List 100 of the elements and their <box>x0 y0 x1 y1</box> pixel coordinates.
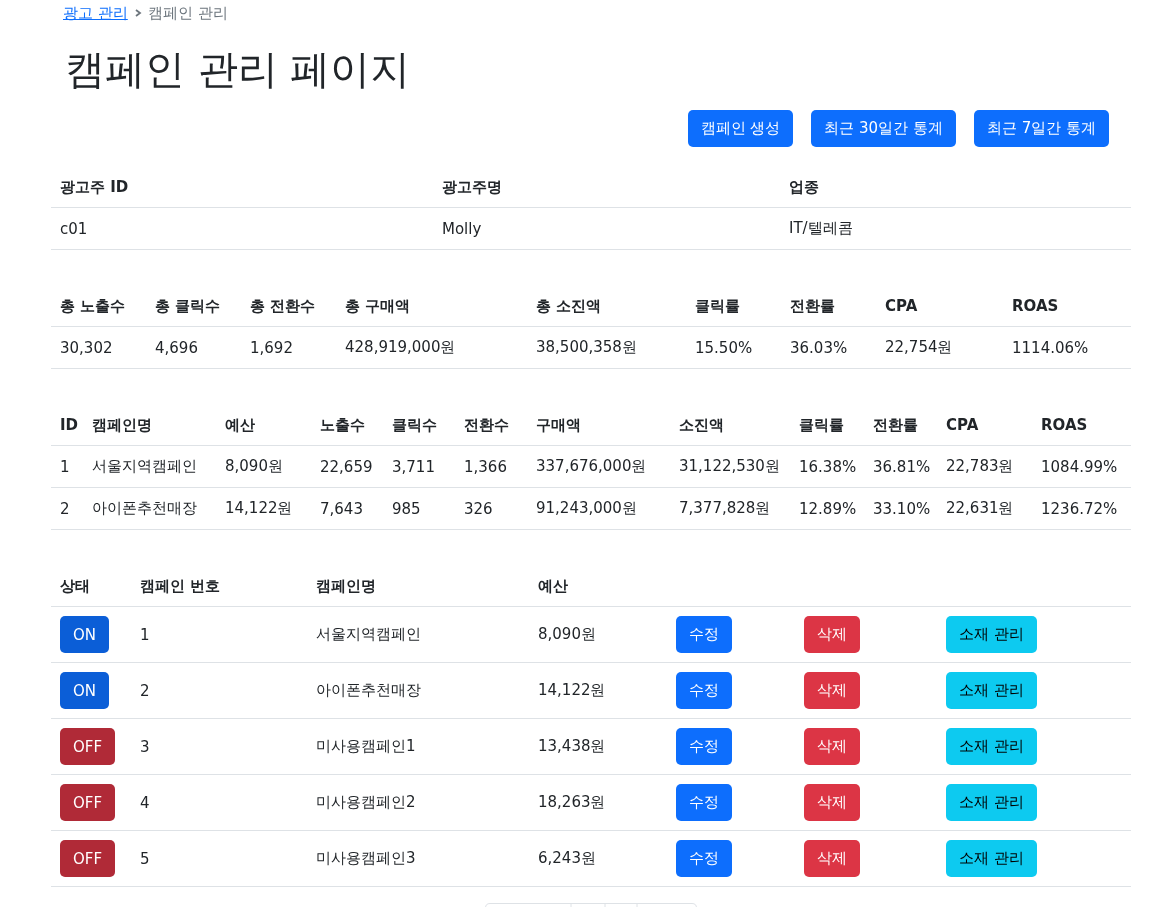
table-cell: 985 <box>392 499 421 518</box>
table-cell: 22,783원 <box>946 457 1014 475</box>
table-cell: 미사용캠페인3 <box>316 849 416 867</box>
table-cell: 7,643 <box>320 499 363 518</box>
table-cell: 1,366 <box>464 457 507 476</box>
table-cell: 428,919,000원 <box>345 338 456 356</box>
table-cell: 2 <box>60 499 70 518</box>
column-header: 구매액 <box>536 415 581 434</box>
table-cell: 18,263원 <box>538 793 606 811</box>
table-cell: 1 <box>140 625 150 644</box>
table-cell: 미사용캠페인1 <box>316 737 416 755</box>
status-toggle[interactable]: OFF <box>60 728 116 765</box>
column-header: ID <box>60 416 79 434</box>
assets-button[interactable]: 소재 관리 <box>946 672 1037 709</box>
column-header: 예산 <box>225 415 255 434</box>
column-header: 예산 <box>538 576 568 595</box>
table-cell: 91,243,000원 <box>536 499 637 517</box>
column-header: 총 클릭수 <box>155 296 221 315</box>
assets-button[interactable]: 소재 관리 <box>946 728 1037 765</box>
table-cell: 22,659 <box>320 457 373 476</box>
column-header: ROAS <box>1012 297 1059 315</box>
chevron-icon <box>133 9 142 17</box>
edit-button[interactable]: 수정 <box>676 672 732 709</box>
assets-button[interactable]: 소재 관리 <box>946 840 1037 877</box>
delete-button[interactable]: 삭제 <box>804 784 860 821</box>
table-cell: 1084.99% <box>1041 457 1118 476</box>
table-cell: 8,090원 <box>225 457 283 475</box>
table-cell: c01 <box>60 219 88 238</box>
table-cell: 3 <box>140 737 150 756</box>
assets-button[interactable]: 소재 관리 <box>946 616 1037 653</box>
column-header: 캠페인명 <box>92 415 152 434</box>
assets-button[interactable]: 소재 관리 <box>946 784 1037 821</box>
status-toggle[interactable]: ON <box>60 616 110 653</box>
delete-button[interactable]: 삭제 <box>804 616 860 653</box>
edit-button[interactable]: 수정 <box>676 728 732 765</box>
column-header: 전환수 <box>464 415 509 434</box>
delete-button[interactable]: 삭제 <box>804 728 860 765</box>
column-header: CPA <box>946 416 979 434</box>
delete-button[interactable]: 삭제 <box>804 672 860 709</box>
table-cell: 15.50% <box>695 338 753 357</box>
table-cell: Molly <box>442 219 482 238</box>
delete-button[interactable]: 삭제 <box>804 840 860 877</box>
table-cell: 아이폰추천매장 <box>92 499 197 517</box>
edit-button[interactable]: 수정 <box>676 784 732 821</box>
status-toggle[interactable]: OFF <box>60 784 116 821</box>
table-cell: 13,438원 <box>538 737 606 755</box>
table-cell: 14,122원 <box>225 499 293 517</box>
table-cell: 12.89% <box>799 499 857 518</box>
table-cell: 3,711 <box>392 457 435 476</box>
table-cell: 337,676,000원 <box>536 457 647 475</box>
table-cell: 36.03% <box>790 338 848 357</box>
table-cell: 1114.06% <box>1012 338 1089 357</box>
breadcrumb-current: 캠페인 관리 <box>147 3 228 23</box>
page-title: 캠페인 관리 페이지 <box>65 45 412 94</box>
action-button[interactable]: 최근 7일간 통계 <box>973 110 1109 147</box>
column-header: 클릭률 <box>799 415 844 434</box>
column-header: 총 소진액 <box>536 296 602 315</box>
status-toggle[interactable]: ON <box>60 672 110 709</box>
column-header: 전환률 <box>873 415 918 434</box>
action-button[interactable]: 최근 30일간 통계 <box>811 110 956 147</box>
table-cell: 5 <box>140 849 150 868</box>
table-cell: 아이폰추천매장 <box>316 681 421 699</box>
action-button[interactable]: 캠페인 생성 <box>687 110 794 147</box>
table-cell: 38,500,358원 <box>536 338 637 356</box>
table-cell: 1236.72% <box>1041 499 1118 518</box>
table-cell: 4 <box>140 793 150 812</box>
table-cell: 7,377,828원 <box>679 499 771 517</box>
table-cell: 22,754원 <box>885 338 953 356</box>
status-toggle[interactable]: OFF <box>60 840 116 877</box>
edit-button[interactable]: 수정 <box>676 616 732 653</box>
table-cell: 서울지역캠페인 <box>316 625 421 643</box>
column-header: 노출수 <box>320 415 365 434</box>
table-cell: IT/텔레콤 <box>789 219 853 237</box>
column-header: 소진액 <box>679 415 724 434</box>
column-header: 총 전환수 <box>250 296 316 315</box>
table-cell: 36.81% <box>873 457 931 476</box>
column-header: ROAS <box>1041 416 1088 434</box>
table-cell: 2 <box>140 681 150 700</box>
table-cell: 1 <box>60 457 70 476</box>
table-cell: 31,122,530원 <box>679 457 780 475</box>
table-cell: 16.38% <box>799 457 857 476</box>
column-header: 전환률 <box>790 296 835 315</box>
table-cell: 8,090원 <box>538 625 596 643</box>
column-header: 클릭수 <box>392 415 437 434</box>
table-cell: 14,122원 <box>538 681 606 699</box>
table-cell: 6,243원 <box>538 849 596 867</box>
column-header: 상태 <box>60 576 90 595</box>
column-header: 총 구매액 <box>345 296 411 315</box>
column-header: 클릭률 <box>695 296 740 315</box>
table-cell: 33.10% <box>873 499 931 518</box>
breadcrumb-link[interactable]: 광고 관리 <box>63 3 128 23</box>
table-cell: 326 <box>464 499 493 518</box>
column-header: 업종 <box>789 177 819 196</box>
table-cell: 1,692 <box>250 338 293 357</box>
column-header: 총 노출수 <box>60 296 126 315</box>
column-header: CPA <box>885 297 918 315</box>
column-header: 캠페인 번호 <box>140 576 221 595</box>
table-cell: 22,631원 <box>946 499 1014 517</box>
table-cell: 30,302 <box>60 338 113 357</box>
edit-button[interactable]: 수정 <box>676 840 732 877</box>
